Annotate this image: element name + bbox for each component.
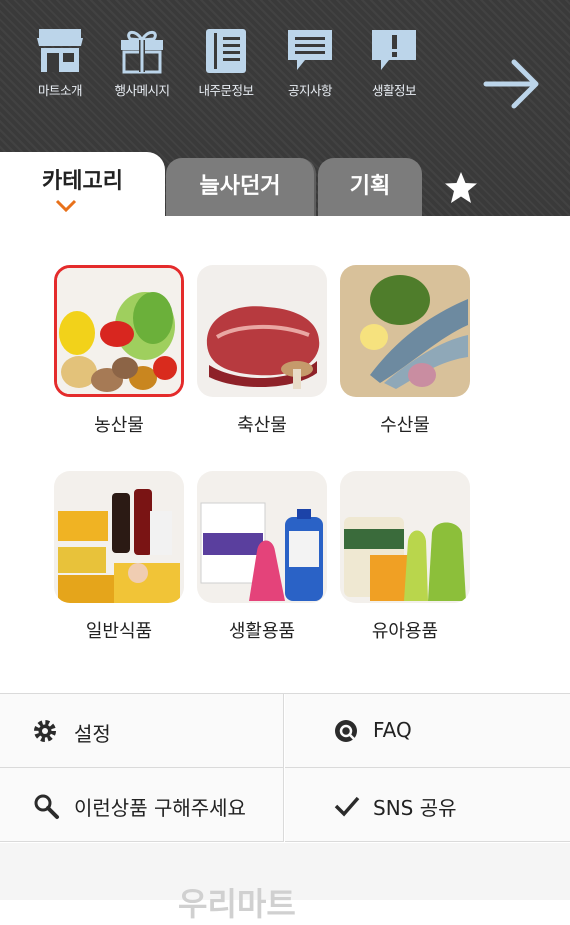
category-baby-label: 유아용품 [371,621,439,642]
produce-image [54,265,184,397]
tab-special[interactable]: 기획 [318,158,422,216]
search-icon [34,794,59,819]
gift-icon [121,30,163,74]
store-icon [37,29,83,72]
nav-store-label: 마트소개 [37,83,83,98]
nav-notice[interactable]: 공지사항 [270,26,350,106]
arrow-right-icon[interactable] [480,52,544,116]
faq-search-icon [335,720,357,742]
nav-event[interactable]: 행사메시지 [102,26,182,106]
seafood-image [340,265,470,397]
chevron-down-icon [55,199,77,213]
tab-category-label: 카테고리 [42,169,123,194]
category-household-label: 생활용품 [228,621,296,642]
category-seafood-label: 수산물 [380,415,430,436]
settings-label: 설정 [74,722,111,746]
gear-icon [34,720,56,742]
nav-event-label: 행사메시지 [114,83,170,98]
checkmark-icon [334,796,360,817]
nav-orders[interactable]: 내주문정보 [186,26,266,106]
nav-life-info-label: 생활정보 [371,83,417,98]
category-household[interactable]: 생활용품 [196,471,328,643]
nav-orders-label: 내주문정보 [198,83,254,98]
nav-life-info[interactable]: 생활정보 [354,26,434,106]
nav-notice-label: 공지사항 [287,83,333,98]
favorites-star-icon[interactable] [443,170,479,206]
category-meat[interactable]: 축산물 [196,265,328,437]
order-book-icon [206,29,246,73]
category-general-food-label: 일반식품 [85,621,153,642]
category-seafood[interactable]: 수산물 [339,265,471,437]
info-icon [372,30,416,70]
settings-button[interactable]: 설정 [0,694,284,768]
tab-category[interactable]: 카테고리 [0,152,165,216]
tab-special-label: 기획 [349,174,391,199]
category-meat-label: 축산물 [237,415,287,436]
baby-image [340,471,470,603]
category-produce[interactable]: 농산물 [53,265,185,437]
household-image [197,471,327,603]
category-produce-label: 농산물 [94,415,144,436]
category-baby[interactable]: 유아용품 [339,471,471,643]
mart-logo: 우리마트 [178,885,296,923]
notice-icon [288,30,332,70]
sns-share-button[interactable]: SNS 공유 [285,768,570,842]
top-navigation-bar: 마트소개 행사메시지 내주문정보 공지사항 생활정보 늘사던거 기획 카테고리 [0,0,570,216]
faq-label: FAQ [373,718,412,742]
meat-image [197,265,327,397]
nav-store[interactable]: 마트소개 [20,26,100,106]
tab-frequently-bought[interactable]: 늘사던거 [166,158,316,216]
tab-frequently-bought-label: 늘사던거 [199,174,281,199]
sns-share-label: SNS 공유 [373,796,457,820]
general-food-image [54,471,184,603]
product-request-label: 이런상품 구해주세요 [74,796,246,820]
footer: 우리마트 [0,843,570,923]
category-general-food[interactable]: 일반식품 [53,471,185,643]
faq-button[interactable]: FAQ [285,694,570,768]
product-request-button[interactable]: 이런상품 구해주세요 [0,768,284,842]
bottom-menu: 설정 FAQ 이런상품 구해주세요 SNS 공유 [0,693,570,844]
